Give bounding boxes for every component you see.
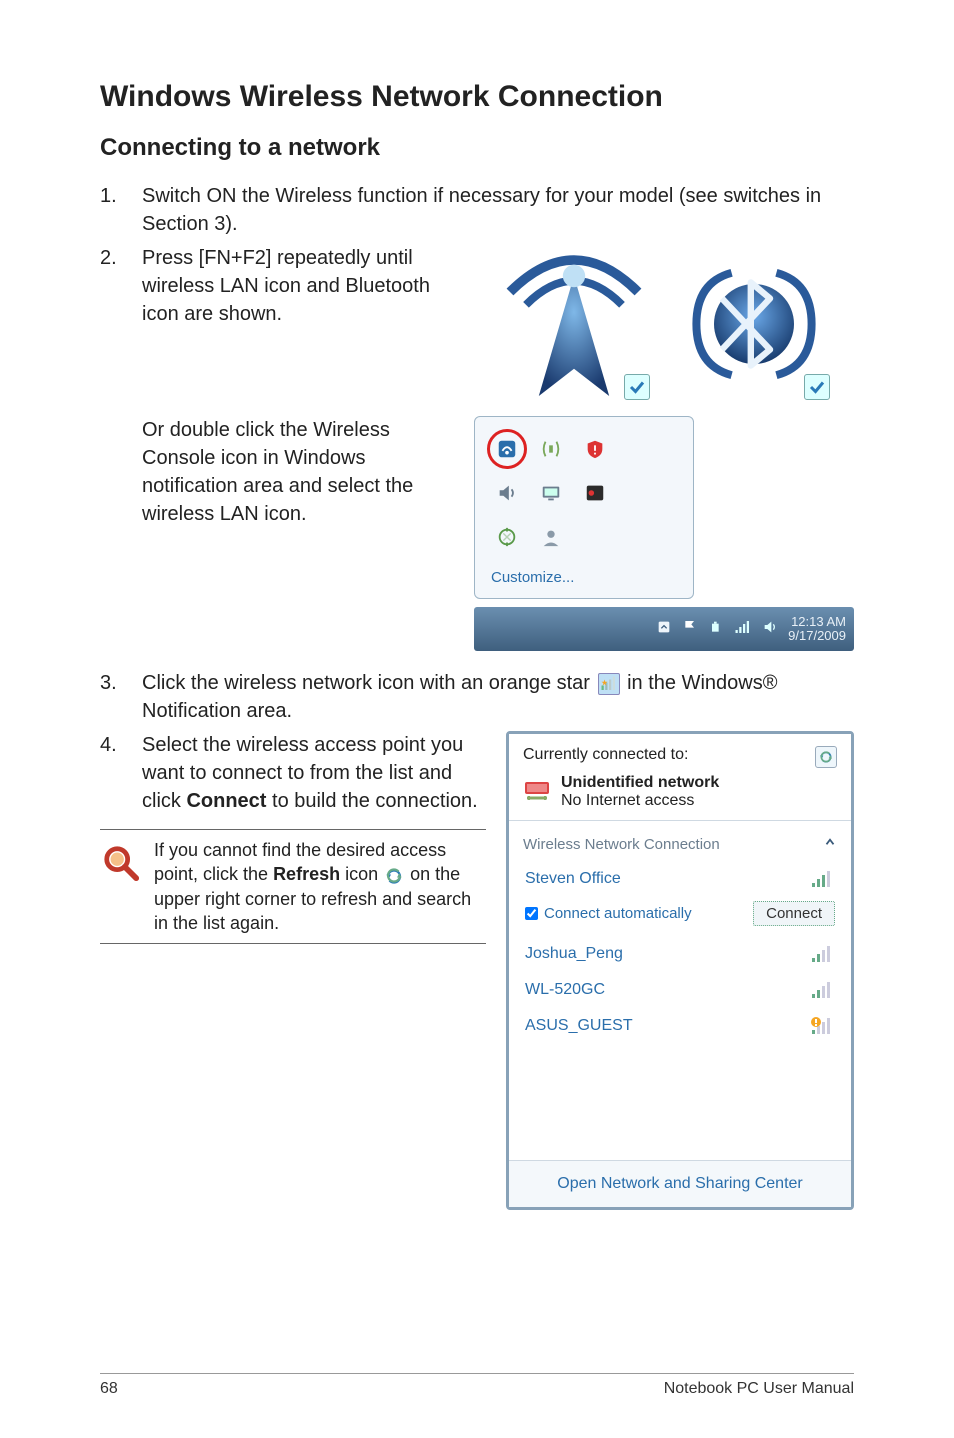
wifi-ssid: Joshua_Peng [525,945,623,963]
notification-area-popup: Customize... [474,416,694,599]
taskbar-clock[interactable]: 12:13 AM 9/17/2009 [788,615,846,644]
magnifier-icon [100,838,142,935]
currently-connected-label: Currently connected to: [523,746,688,764]
wifi-section-label: Wireless Network Connection [523,836,720,853]
bluetooth-icon [674,244,834,404]
step-number: 1. [100,182,142,238]
clock-time: 12:13 AM [788,615,846,629]
no-internet-label: No Internet access [561,792,719,810]
check-badge-icon [804,374,830,400]
wifi-item[interactable]: Joshua_Peng [523,936,837,972]
customize-link[interactable]: Customize... [489,565,679,590]
step-2: 2. Press [FN+F2] repeatedly until wirele… [100,244,462,328]
connect-button[interactable]: Connect [753,901,835,926]
wlan-bluetooth-icons [474,244,854,404]
signal-warning-icon [809,1016,835,1036]
signal-icon [809,869,835,889]
wifi-item[interactable]: ASUS_GUEST [523,1008,837,1044]
step-1: 1. Switch ON the Wireless function if ne… [100,182,854,238]
tip-text: If you cannot find the desired access po… [154,838,486,935]
network-icon[interactable] [734,619,752,640]
wifi-flyout-panel: Currently connected to: Unidentified net… [506,731,854,1210]
tip-callout: If you cannot find the desired access po… [100,829,486,944]
page-footer: 68 Notebook PC User Manual [100,1373,854,1398]
network-status-icon [523,778,551,807]
clock-date: 9/17/2009 [788,629,846,643]
wifi-star-icon [598,673,620,695]
page-number: 68 [100,1380,118,1398]
tray-sync-icon[interactable] [491,521,523,553]
signal-icon [809,980,835,1000]
tray-user-icon[interactable] [535,521,567,553]
collapse-icon[interactable] [823,835,837,853]
open-network-center-link[interactable]: Open Network and Sharing Center [509,1160,851,1207]
or-paragraph: Or double click the Wireless Console ico… [100,416,462,651]
wifi-ssid: ASUS_GUEST [525,1017,633,1035]
connect-auto-input[interactable] [525,907,538,920]
tray-monitor-icon[interactable] [535,477,567,509]
check-badge-icon [624,374,650,400]
step-3: 3. Click the wireless network icon with … [100,669,854,725]
step-number: 4. [100,731,142,815]
step-text: Switch ON the Wireless function if neces… [142,182,854,238]
footer-label: Notebook PC User Manual [664,1380,854,1398]
show-hidden-icon[interactable] [656,619,672,640]
step-number: 3. [100,669,142,725]
refresh-button[interactable] [815,746,837,768]
step-text: Select the wireless access point you wan… [142,731,486,815]
tray-app-icon[interactable] [579,477,611,509]
taskbar: 12:13 AM 9/17/2009 [474,607,854,651]
signal-icon [809,944,835,964]
step-number: 2. [100,244,142,328]
section-title: Connecting to a network [100,134,854,162]
volume-icon[interactable] [762,619,778,640]
unidentified-network-label: Unidentified network [561,774,719,792]
page-title: Windows Wireless Network Connection [100,80,854,114]
wifi-item[interactable]: WL-520GC [523,972,837,1008]
wifi-item-selected[interactable]: Steven Office [523,861,837,897]
step-4: 4. Select the wireless access point you … [100,731,486,815]
wifi-ssid: WL-520GC [525,981,605,999]
step-text: Press [FN+F2] repeatedly until wireless … [142,244,462,328]
tray-icon[interactable] [535,433,567,465]
step-text: Click the wireless network icon with an … [142,669,854,725]
tray-shield-icon[interactable] [579,433,611,465]
refresh-icon [385,867,403,885]
tray-volume-icon[interactable] [491,477,523,509]
power-icon[interactable] [708,619,724,640]
wireless-console-icon[interactable] [487,429,527,469]
action-center-flag-icon[interactable] [682,619,698,640]
wlan-antenna-icon [494,244,654,404]
wifi-ssid: Steven Office [525,870,621,888]
connect-auto-label: Connect automatically [544,905,692,922]
connect-auto-checkbox[interactable]: Connect automatically [525,905,692,922]
